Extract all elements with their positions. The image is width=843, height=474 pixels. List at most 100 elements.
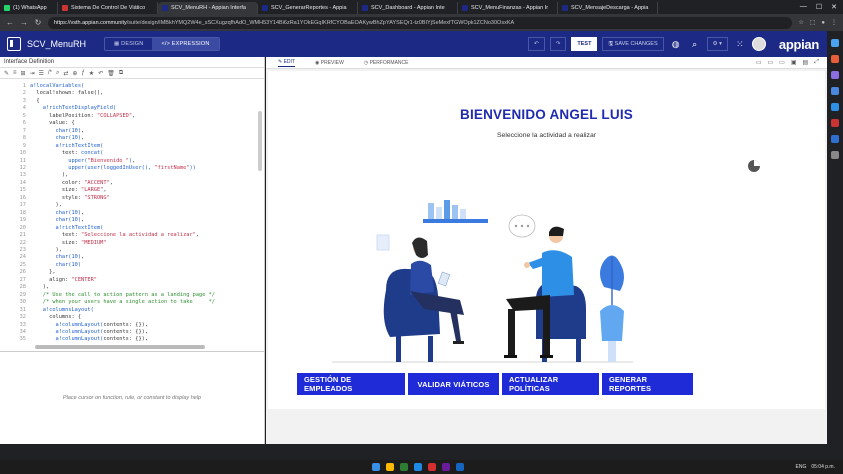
word-icon[interactable] [455,463,464,471]
delete-icon[interactable]: 🗑 [107,70,115,77]
excel-icon[interactable] [399,463,408,471]
games-icon[interactable] [831,119,839,127]
search-sidebar-icon[interactable] [831,39,839,47]
window-controls: — ☐ ✕ [800,3,843,11]
forward-icon[interactable]: → [20,18,28,27]
extensions-icon[interactable]: ⬚ [810,19,816,26]
file-explorer-icon[interactable] [385,463,394,471]
gear-icon: ⚙ ▾ [712,41,722,47]
fullscreen-icon[interactable]: ⤢ [814,59,819,66]
line-number: 3 [22,97,26,104]
url-field[interactable]: https://vsth.appian.community/suite/desi… [48,16,793,29]
favorite-icon[interactable]: ★ [89,70,94,77]
line-number: 24 [19,254,26,261]
line-number: 20 [19,224,26,231]
outlook-icon[interactable] [831,103,839,111]
star-icon[interactable]: ☆ [798,19,803,26]
maximize-icon[interactable]: ☐ [816,3,822,11]
add-sidebar-icon[interactable] [831,151,839,159]
undo-button[interactable]: ↶ [528,37,545,51]
design-mode-button[interactable]: ▦ DESIGN [105,38,152,50]
teams-icon[interactable] [441,463,450,471]
profile-icon[interactable]: ● [821,20,825,26]
browser-tab[interactable]: SCV_MenuRH - Appian Interfa [158,2,258,14]
list-icon[interactable]: ☰ [39,70,44,77]
edge-icon[interactable] [413,463,422,471]
device-preview-controls: ▭ ▭ ▭ ▣ ▤ ⤢ [756,59,827,66]
line-number: 25 [19,261,26,268]
action-button[interactable]: ACTUALIZAR POLÍTICAS [502,373,599,395]
preview-tabs: ✎ EDIT ◉ PREVIEW ◷ PERFORMANCE ▭ ▭ ▭ ▣ ▤… [266,57,827,69]
phone-icon[interactable]: ▭ [756,59,762,66]
copy-icon[interactable]: ⧉ [119,70,123,77]
editor-horizontal-scrollbar[interactable] [35,345,205,349]
browser-tab-label: SCV_MenuFinanzas - Appian Ir [471,5,549,11]
browser-tab[interactable]: (1) WhatsApp [0,2,58,14]
browser-tab[interactable]: SCV_MenuFinanzas - Appian Ir [458,2,558,14]
windows-start-icon[interactable] [371,463,380,471]
browser-tab[interactable]: SCV_MensajeDescarga - Appia [558,2,658,14]
browser-tab[interactable]: SCV_GenerarReportes - Appia [258,2,358,14]
clock: 05:04 p.m. [811,464,835,470]
format-icon[interactable]: ✎ [4,70,9,77]
line-number: 7 [22,127,26,134]
menu-icon[interactable]: ⋮ [831,19,837,26]
browser-tab[interactable]: SCV_Dashboard - Appian Inte [358,2,458,14]
action-button[interactable]: VALIDAR VIÁTICOS [408,373,499,395]
line-number: 14 [19,179,26,186]
chrome-icon[interactable] [427,463,436,471]
tab-preview[interactable]: ◉ PREVIEW [315,60,344,66]
drop-icon[interactable] [831,135,839,143]
shopping-icon[interactable] [831,55,839,63]
zoom-in-icon[interactable]: ⊕ [72,70,77,77]
action-button[interactable]: GESTIÓN DE EMPLEADOS [297,373,405,395]
editor-vertical-scrollbar[interactable] [258,111,262,171]
wide-icon[interactable]: ▣ [791,59,797,66]
tab-favicon-icon [562,5,568,11]
back-icon[interactable]: ← [6,18,14,27]
undo-edit-icon[interactable]: ↶ [98,70,103,77]
welcome-heading: BIENVENIDO ANGEL LUIS [460,107,633,122]
expand-icon[interactable]: ⊞ [21,70,26,77]
browser-tab[interactable]: Sistema De Control De Viático [58,2,158,14]
user-avatar[interactable] [751,37,766,51]
fold-icon[interactable]: ≡ [13,70,17,76]
tools-icon[interactable] [831,71,839,79]
line-number: 18 [19,209,26,216]
expression-mode-button[interactable]: </> EXPRESSION [152,38,219,50]
interface-definition-pane: Interface Definition ✎ ≡ ⊞ ⇥ ☰ /* ⌕ ⇄ ⊕ … [0,57,265,444]
redo-button[interactable]: ↷ [549,37,567,51]
line-number: 21 [19,232,26,239]
find-icon[interactable]: ⌕ [56,70,59,77]
apps-grid-icon[interactable]: ⁙ [733,37,747,51]
test-button[interactable]: TEST [571,37,598,51]
indent-icon[interactable]: ⇥ [30,70,35,77]
function-icon[interactable]: ƒ [81,70,84,76]
meeting-illustration [332,200,633,363]
help-text: Place cursor on function, rule, or const… [62,395,202,401]
close-window-icon[interactable]: ✕ [831,3,837,11]
minimize-icon[interactable]: — [800,3,807,11]
search-icon[interactable]: ⌕ [688,37,702,51]
replace-icon[interactable]: ⇄ [63,70,68,77]
reload-icon[interactable]: ↻ [34,18,42,27]
globe-icon[interactable]: ◍ [669,37,683,51]
desktop-icon[interactable]: ▭ [779,59,785,66]
settings-menu-button[interactable]: ⚙ ▾ [706,37,728,51]
save-changes-button[interactable]: 🖫 SAVE CHANGES [602,37,664,51]
appian-app-bar: SCV_MenuRH ▦ DESIGN </> EXPRESSION ↶ ↷ T… [0,31,827,57]
layout-icon[interactable]: ▤ [803,59,809,66]
action-button[interactable]: GENERAR REPORTES [602,373,693,395]
mode-toggle: ▦ DESIGN </> EXPRESSION [104,37,220,51]
comment-icon[interactable]: /* [48,70,52,76]
editor-toolbar: ✎ ≡ ⊞ ⇥ ☰ /* ⌕ ⇄ ⊕ ƒ ★ ↶ 🗑 ⧉ [0,68,264,79]
tab-performance[interactable]: ◷ PERFORMANCE [364,60,409,66]
pane-title: Interface Definition [0,57,264,68]
save-changes-label: SAVE CHANGES [614,41,658,47]
line-number: 12 [19,164,26,171]
tablet-icon[interactable]: ▭ [768,59,774,66]
browser-tab-label: SCV_MenuRH - Appian Interfa [171,5,246,11]
tab-edit[interactable]: ✎ EDIT [278,59,295,67]
code-editor[interactable]: 1 2 3 4 5 6 7 8 9 10 11 12 13 14 15 16 17 18 19 20 21 22 23 24 2… [0,81,264,351]
office-icon[interactable] [831,87,839,95]
